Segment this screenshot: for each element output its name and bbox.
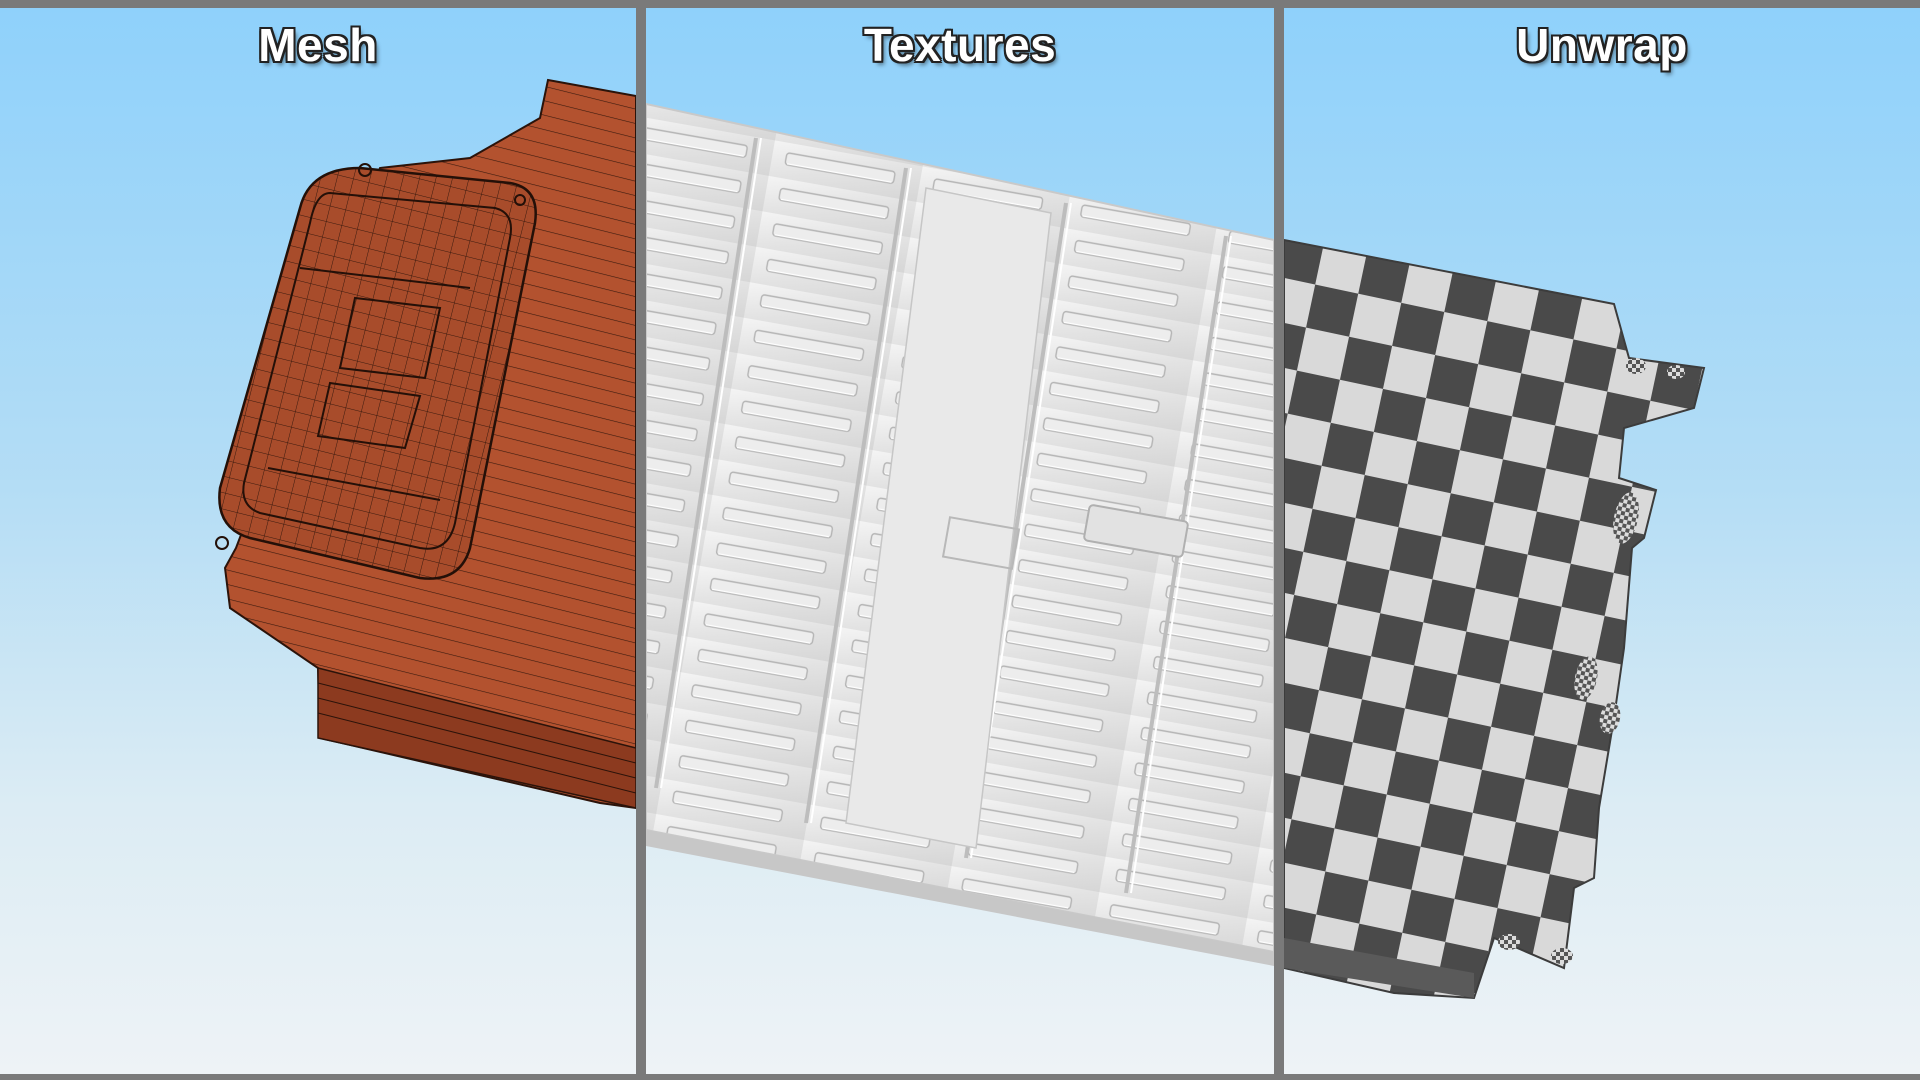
panel-title: Textures <box>863 19 1057 71</box>
mesh-panel: Mesh <box>0 8 636 1074</box>
panel-title: Mesh <box>258 19 378 71</box>
unwrap-render <box>1284 238 1706 1000</box>
textures-render <box>646 102 1274 966</box>
textures-panel: Textures <box>646 8 1274 1074</box>
unwrap-panel: Unwrap <box>1284 8 1920 1074</box>
mesh-render <box>215 78 636 810</box>
comparison-frame: Mesh Textures Unwrap <box>0 0 1920 1080</box>
panel-title: Unwrap <box>1516 19 1688 71</box>
